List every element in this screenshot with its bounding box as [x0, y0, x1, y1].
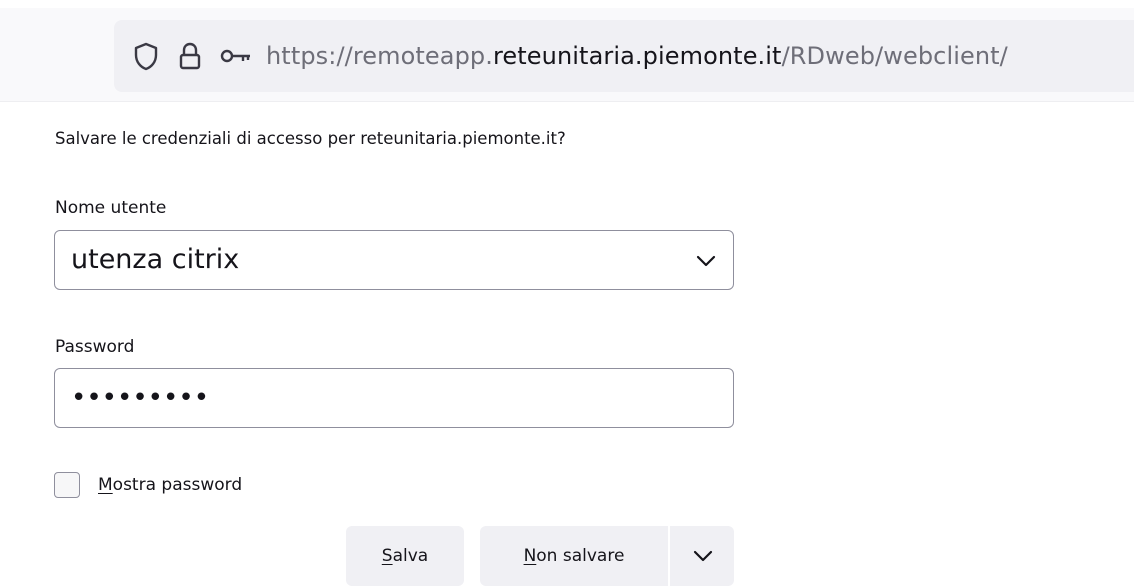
save-button-label-rest: alva	[392, 546, 429, 566]
browser-window: https://remoteapp.reteunitaria.piemonte.…	[0, 0, 1134, 586]
save-button[interactable]: Salva	[346, 526, 464, 586]
lock-icon[interactable]	[176, 38, 204, 74]
more-options-button[interactable]	[670, 526, 734, 586]
key-icon[interactable]	[218, 38, 250, 74]
save-button-accesskey: S	[381, 546, 393, 566]
save-login-panel: Salvare le credenziali di accesso per re…	[0, 102, 1134, 586]
url-domain: reteunitaria.piemonte.it	[492, 42, 782, 70]
chevron-down-icon	[693, 550, 713, 562]
password-field[interactable]: •••••••••	[54, 368, 734, 428]
url-text[interactable]: https://remoteapp.reteunitaria.piemonte.…	[266, 38, 1008, 74]
browser-toolbar: https://remoteapp.reteunitaria.piemonte.…	[0, 0, 1134, 102]
password-masked-value: •••••••••	[71, 383, 210, 413]
dont-save-button[interactable]: Non salvare	[480, 526, 668, 586]
shield-icon[interactable]	[132, 38, 160, 74]
username-value: utenza citrix	[71, 244, 240, 275]
password-label: Password	[55, 337, 135, 357]
chevron-down-icon[interactable]	[695, 251, 717, 271]
show-password-checkbox[interactable]	[54, 472, 80, 498]
show-password-accesskey: M	[98, 475, 113, 495]
dont-save-button-accesskey: N	[523, 546, 537, 566]
address-bar[interactable]: https://remoteapp.reteunitaria.piemonte.…	[114, 20, 1134, 92]
url-suffix: /RDweb/webclient/	[781, 42, 1008, 70]
url-prefix: https://remoteapp.	[266, 42, 493, 70]
show-password-label[interactable]: Mostra password	[98, 474, 242, 496]
dont-save-button-label-rest: on salvare	[536, 546, 625, 566]
username-label: Nome utente	[55, 198, 167, 218]
username-field[interactable]: utenza citrix	[54, 230, 734, 290]
show-password-label-rest: ostra password	[112, 475, 243, 495]
save-login-message: Salvare le credenziali di accesso per re…	[55, 129, 566, 148]
